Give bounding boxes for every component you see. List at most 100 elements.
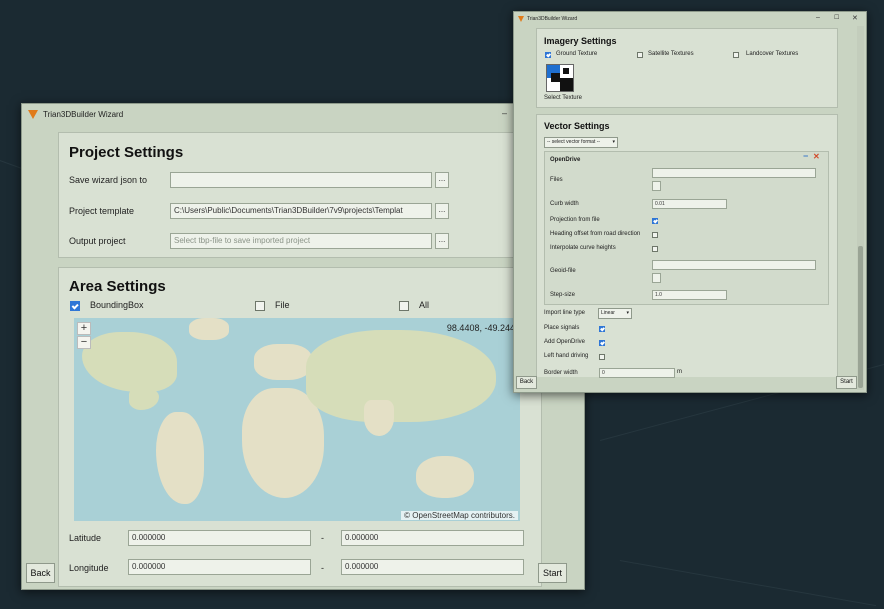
opendrive-remove-button[interactable]: − xyxy=(803,151,808,161)
output-project-browse-button[interactable]: ... xyxy=(435,233,449,249)
files-input[interactable] xyxy=(652,168,816,178)
back-button[interactable]: Back xyxy=(26,563,55,583)
border-width-input[interactable]: 0 xyxy=(599,368,675,378)
ground-texture-label: Ground Texture xyxy=(556,51,598,57)
vector-format-select-value: -- select vector format -- xyxy=(547,139,601,145)
save-wizard-input[interactable] xyxy=(170,172,432,188)
place-signals-checkbox[interactable] xyxy=(599,326,605,332)
project-template-label: Project template xyxy=(69,206,135,216)
geoid-file-browse-button[interactable] xyxy=(652,273,661,283)
import-line-type-select[interactable]: Linear ▾ xyxy=(598,308,632,319)
left-hand-driving-checkbox[interactable] xyxy=(599,354,605,360)
minimize-button[interactable]: – xyxy=(816,14,820,21)
step-size-input[interactable]: 1.0 xyxy=(652,290,727,300)
project-template-browse-button[interactable]: ... xyxy=(435,203,449,219)
window-title: Trian3DBuilder Wizard xyxy=(43,109,124,119)
longitude-label: Longitude xyxy=(69,563,109,573)
opendrive-panel: − ✕ OpenDrive Files Curb width 0.01 Proj… xyxy=(544,151,829,305)
interpolate-checkbox[interactable] xyxy=(652,246,658,252)
latitude-range-separator: - xyxy=(321,533,324,543)
imagery-settings-heading: Imagery Settings xyxy=(544,36,617,46)
greenland-land xyxy=(189,318,229,340)
vector-settings-panel: Vector Settings -- select vector format … xyxy=(536,114,838,377)
file-label: File xyxy=(275,300,290,310)
add-opendrive-checkbox[interactable] xyxy=(599,340,605,346)
longitude-max-input[interactable]: 0.000000 xyxy=(341,559,524,575)
wizard-window-back: Trian3DBuilder Wizard – Project Settings… xyxy=(21,103,585,590)
heading-offset-checkbox[interactable] xyxy=(652,232,658,238)
opendrive-heading: OpenDrive xyxy=(550,157,581,163)
output-project-label: Output project xyxy=(69,236,126,246)
border-width-label: Border width xyxy=(544,370,578,376)
all-label: All xyxy=(419,300,430,310)
select-texture-label: Select Texture xyxy=(544,95,582,101)
back-button[interactable]: Back xyxy=(516,376,537,389)
chevron-down-icon: ▾ xyxy=(626,310,629,316)
output-project-input[interactable]: Select tbp-file to save imported project xyxy=(170,233,432,249)
zoom-out-button[interactable]: − xyxy=(77,336,91,349)
project-settings-panel: Project Settings Save wizard json to ...… xyxy=(58,132,542,258)
longitude-range-separator: - xyxy=(321,563,324,573)
curb-width-input[interactable]: 0.01 xyxy=(652,199,727,209)
satellite-textures-label: Satellite Textures xyxy=(648,51,694,57)
desktop-decoration xyxy=(619,560,877,607)
file-checkbox[interactable] xyxy=(255,301,265,311)
latitude-label: Latitude xyxy=(69,533,102,543)
title-bar[interactable]: Trian3DBuilder Wizard xyxy=(514,12,866,26)
window-title: Trian3DBuilder Wizard xyxy=(527,16,578,22)
north-america-land xyxy=(82,332,177,392)
projection-checkbox[interactable] xyxy=(652,218,658,224)
app-logo-icon xyxy=(28,109,38,119)
map-attribution: © OpenStreetMap contributors. xyxy=(401,511,518,520)
projection-label: Projection from file xyxy=(550,217,600,223)
latitude-max-input[interactable]: 0.000000 xyxy=(341,530,524,546)
central-america-land xyxy=(129,388,159,410)
south-america-land xyxy=(156,412,204,504)
start-button[interactable]: Start xyxy=(836,376,857,389)
import-line-type-value: Linear xyxy=(601,310,615,316)
title-bar[interactable]: Trian3DBuilder Wizard xyxy=(22,104,584,124)
landcover-textures-label: Landcover Textures xyxy=(746,51,799,57)
india-land xyxy=(364,400,394,436)
heading-offset-label: Heading offset from road direction xyxy=(550,231,641,237)
area-settings-panel: Area Settings BoundingBox File All + − 9… xyxy=(58,267,542,587)
bounding-box-label: BoundingBox xyxy=(90,300,144,310)
texture-preview-button[interactable] xyxy=(546,64,574,92)
zoom-in-button[interactable]: + xyxy=(77,322,91,335)
files-label: Files xyxy=(550,177,563,183)
vector-format-select[interactable]: -- select vector format -- ▾ xyxy=(544,137,618,148)
vector-settings-heading: Vector Settings xyxy=(544,121,610,131)
wizard-window-front: Trian3DBuilder Wizard – ☐ ✕ Imagery Sett… xyxy=(513,11,867,393)
ground-texture-checkbox[interactable] xyxy=(545,52,551,58)
minimize-button[interactable]: – xyxy=(502,108,507,118)
geoid-file-label: Geoid-file xyxy=(550,268,576,274)
satellite-textures-checkbox[interactable] xyxy=(637,52,643,58)
landcover-textures-checkbox[interactable] xyxy=(733,52,739,58)
border-width-unit: m xyxy=(677,369,682,375)
step-size-label: Step-size xyxy=(550,292,576,298)
app-logo-icon xyxy=(518,16,524,22)
save-wizard-browse-button[interactable]: ... xyxy=(435,172,449,188)
curb-width-label: Curb width xyxy=(550,201,579,207)
maximize-button[interactable]: ☐ xyxy=(834,14,839,21)
latitude-min-input[interactable]: 0.000000 xyxy=(128,530,311,546)
start-button[interactable]: Start xyxy=(538,563,567,583)
longitude-min-input[interactable]: 0.000000 xyxy=(128,559,311,575)
europe-land xyxy=(254,344,312,380)
africa-land xyxy=(242,388,324,498)
imagery-settings-panel: Imagery Settings Ground Texture Satellit… xyxy=(536,28,838,108)
project-template-input[interactable]: C:\Users\Public\Documents\Trian3DBuilder… xyxy=(170,203,432,219)
australia-land xyxy=(416,456,474,498)
bounding-box-checkbox[interactable] xyxy=(70,301,80,311)
scrollbar-thumb[interactable] xyxy=(858,246,863,388)
asia-land xyxy=(306,330,496,422)
files-browse-button[interactable] xyxy=(652,181,661,191)
geoid-file-input[interactable] xyxy=(652,260,816,270)
texture-tile xyxy=(551,73,560,82)
world-map[interactable]: + − 98.4408, -49.2449 © OpenStreetMap co… xyxy=(74,318,520,521)
all-checkbox[interactable] xyxy=(399,301,409,311)
opendrive-close-button[interactable]: ✕ xyxy=(813,152,820,161)
map-coordinates: 98.4408, -49.2449 xyxy=(446,323,520,333)
close-button[interactable]: ✕ xyxy=(852,14,858,22)
vertical-scrollbar[interactable] xyxy=(857,26,864,390)
